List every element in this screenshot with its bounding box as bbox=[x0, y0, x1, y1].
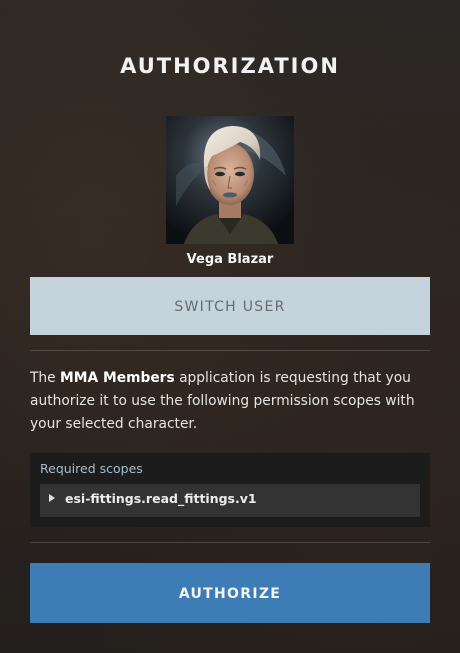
authorization-panel: AUTHORIZATION Vega Blazar SWITCH USER Th… bbox=[0, 0, 460, 653]
description-prefix: The bbox=[30, 370, 61, 386]
divider bbox=[30, 542, 430, 543]
authorize-button[interactable]: AUTHORIZE bbox=[30, 563, 430, 623]
application-name: MMA Members bbox=[60, 370, 175, 386]
scope-item[interactable]: esi-fittings.read_fittings.v1 bbox=[40, 484, 420, 517]
portrait-image bbox=[166, 116, 294, 244]
character-portrait bbox=[166, 116, 294, 244]
switch-user-button[interactable]: SWITCH USER bbox=[30, 277, 430, 335]
divider bbox=[30, 350, 430, 351]
page-title: AUTHORIZATION bbox=[120, 54, 340, 78]
scope-label: esi-fittings.read_fittings.v1 bbox=[65, 491, 257, 506]
character-name: Vega Blazar bbox=[186, 252, 274, 267]
caret-right-icon bbox=[49, 494, 55, 502]
required-scopes-panel: Required scopes esi-fittings.read_fittin… bbox=[30, 453, 430, 527]
permission-description: The MMA Members application is requestin… bbox=[30, 367, 430, 436]
required-scopes-heading: Required scopes bbox=[40, 461, 143, 476]
